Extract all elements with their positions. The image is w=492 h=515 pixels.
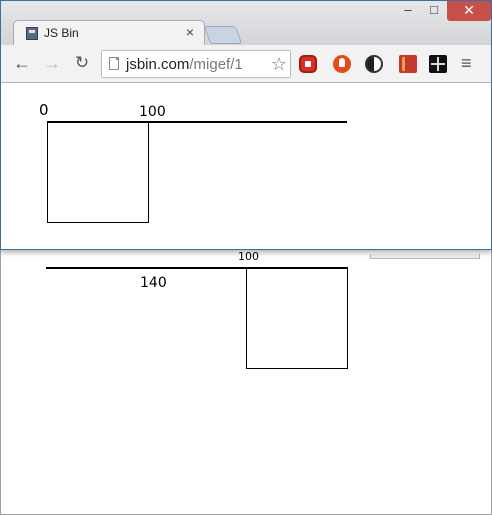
tab-close-icon[interactable]: ×	[186, 24, 194, 40]
back-button[interactable]: ←	[11, 53, 33, 73]
lower-label-below-line: 140	[140, 275, 167, 291]
browser-window: – □ ✕ JS Bin × ← → ↻ jsbin.com/migef/1 ☆…	[0, 0, 492, 250]
top-label-right: 100	[139, 104, 166, 120]
book-icon[interactable]	[399, 55, 417, 73]
top-label-left: 0	[39, 101, 49, 119]
top-square	[47, 122, 149, 223]
reload-button[interactable]: ↻	[71, 53, 93, 73]
ublock-icon[interactable]	[333, 55, 351, 73]
new-tab-button[interactable]	[203, 26, 243, 44]
url-host: jsbin.com	[126, 56, 190, 73]
tab-title: JS Bin	[44, 26, 79, 40]
page-icon	[109, 57, 119, 70]
maximize-button[interactable]: □	[421, 1, 447, 21]
grid-icon[interactable]	[429, 55, 447, 73]
url-path: /migef/1	[189, 56, 243, 73]
minimize-button[interactable]: –	[395, 1, 421, 21]
background-scroll-stub	[370, 254, 480, 259]
address-bar[interactable]: jsbin.com/migef/1 ☆	[101, 50, 291, 78]
tab-js-bin[interactable]: JS Bin ×	[13, 20, 205, 46]
forward-button[interactable]: →	[41, 53, 63, 73]
url-text[interactable]: jsbin.com/migef/1	[126, 56, 243, 73]
bookmark-star-icon[interactable]: ☆	[271, 54, 287, 75]
lower-square	[246, 268, 348, 369]
menu-icon[interactable]: ≡	[461, 53, 472, 73]
jsbin-favicon-icon	[26, 27, 38, 40]
title-bar: – □ ✕ JS Bin ×	[1, 1, 491, 46]
contrast-icon[interactable]	[365, 55, 383, 73]
lower-label-top: 100	[238, 250, 259, 263]
adblock-icon[interactable]	[299, 55, 317, 73]
close-window-button[interactable]: ✕	[447, 1, 491, 21]
page-viewport: 0 100	[1, 83, 491, 249]
toolbar: ← → ↻ jsbin.com/migef/1 ☆ ≡	[1, 45, 491, 83]
